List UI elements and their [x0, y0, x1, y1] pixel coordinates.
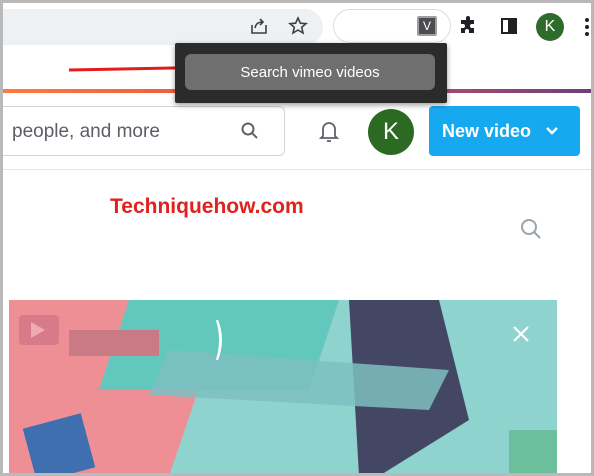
- content-search-icon[interactable]: [519, 217, 543, 241]
- close-icon[interactable]: [512, 325, 530, 343]
- new-video-button[interactable]: New video: [429, 106, 580, 156]
- vimeo-user-avatar[interactable]: K: [368, 109, 414, 155]
- search-icon[interactable]: [240, 121, 260, 141]
- chevron-down-icon: [546, 127, 558, 135]
- browser-menu-icon[interactable]: [582, 15, 591, 39]
- extension-tooltip: Search vimeo videos: [175, 43, 447, 103]
- browser-profile-avatar[interactable]: K: [536, 13, 564, 41]
- side-panel-icon[interactable]: [496, 13, 522, 39]
- address-bar[interactable]: [3, 9, 323, 45]
- search-placeholder: people, and more: [12, 121, 160, 142]
- browser-toolbar: V K: [3, 3, 591, 47]
- new-video-label: New video: [442, 120, 532, 141]
- share-icon[interactable]: [246, 13, 272, 39]
- watermark-text: Techniquehow.com: [110, 195, 304, 218]
- extensions-puzzle-icon[interactable]: [455, 13, 481, 39]
- header-divider: [3, 169, 591, 170]
- notifications-bell-icon[interactable]: [317, 118, 341, 144]
- vimeo-extension-icon[interactable]: V: [417, 16, 437, 36]
- tooltip-label: Search vimeo videos: [185, 54, 435, 90]
- promo-banner-illustration: [9, 300, 557, 473]
- vimeo-search-box[interactable]: people, and more: [3, 106, 285, 156]
- screenshot-frame: V K people, and more K New video Techniq…: [0, 0, 594, 476]
- bookmark-star-icon[interactable]: [285, 13, 311, 39]
